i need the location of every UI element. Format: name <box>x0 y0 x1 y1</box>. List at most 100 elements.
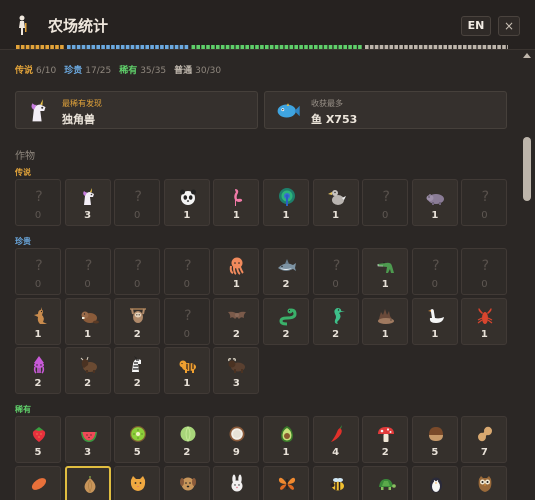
item-card[interactable]: 1 <box>461 297 508 345</box>
rare-label: 珍贵 <box>15 237 31 246</box>
item-count: 2 <box>183 447 191 458</box>
progress-dot <box>289 45 294 49</box>
legendary-label: 传说 <box>15 168 31 177</box>
item-card[interactable]: 2 <box>362 416 409 463</box>
item-card[interactable]: 9 <box>213 416 260 463</box>
item-card[interactable]: 2 <box>114 297 161 345</box>
item-card[interactable]: 1 <box>411 297 458 345</box>
locked-item-card[interactable]: ? 0 <box>15 248 61 295</box>
item-card[interactable]: 2 <box>213 297 260 345</box>
locked-item-card[interactable]: ? 0 <box>114 248 161 295</box>
item-card[interactable] <box>263 465 309 500</box>
item-card[interactable] <box>312 465 359 500</box>
progress-dot <box>76 45 81 49</box>
item-count: 3 <box>232 378 240 389</box>
item-card[interactable] <box>64 465 111 500</box>
locked-item-card[interactable]: ? 0 <box>114 179 161 226</box>
progress-dot <box>135 45 140 49</box>
locked-item-card[interactable]: ? 0 <box>461 248 508 295</box>
locked-item-card[interactable]: ? 0 <box>411 248 458 295</box>
locked-icon: ? <box>481 258 490 274</box>
item-card[interactable]: 3 <box>64 416 111 463</box>
progress-dot <box>294 45 298 49</box>
close-button[interactable]: × <box>498 16 520 36</box>
locked-item-card[interactable]: ? 0 <box>64 248 111 295</box>
item-card[interactable]: 5 <box>411 416 458 463</box>
item-card[interactable] <box>114 465 161 500</box>
item-card[interactable]: 1 <box>312 179 359 226</box>
locked-item-card[interactable]: ? 0 <box>312 248 359 295</box>
item-card[interactable] <box>15 465 61 500</box>
item-card[interactable]: 2 <box>114 347 161 394</box>
butterfly-icon <box>277 474 297 494</box>
item-count: 0 <box>431 279 438 290</box>
item-card[interactable]: 1 <box>163 347 210 394</box>
item-card[interactable]: 2 <box>163 416 210 463</box>
progress-dot <box>81 45 86 49</box>
kiwi-icon <box>128 424 148 444</box>
item-card[interactable]: 1 <box>411 179 458 226</box>
vertical-scrollbar[interactable] <box>519 51 535 500</box>
item-card[interactable]: 5 <box>15 416 61 463</box>
item-card[interactable]: 1 <box>64 297 111 345</box>
item-card[interactable]: 5 <box>114 416 161 463</box>
scrollbar-thumb[interactable] <box>523 137 531 201</box>
progress-dot <box>343 45 347 49</box>
stat-uncommon: 稀有 35/35 <box>119 66 166 76</box>
item-card[interactable] <box>461 465 508 500</box>
progress-dot <box>130 45 135 49</box>
item-card[interactable] <box>411 465 458 500</box>
item-card[interactable]: 1 <box>362 248 409 295</box>
progress-dot <box>111 45 115 49</box>
stat-name: 普通 <box>174 66 193 76</box>
progress-dot <box>25 45 30 49</box>
item-card[interactable]: 4 <box>312 416 359 463</box>
item-card[interactable]: 1 <box>263 416 309 463</box>
progress-dot <box>384 45 389 49</box>
item-card[interactable]: 2 <box>312 297 359 345</box>
locked-icon: ? <box>481 189 490 205</box>
item-card[interactable]: 1 <box>263 179 309 226</box>
locked-item-card[interactable]: ? 0 <box>163 248 210 295</box>
progress-dot <box>71 45 76 49</box>
progress-dot <box>497 45 501 49</box>
stats-scroll-area[interactable]: 传说 6/10 珍贵 17/25 稀有 35/35 普通 30/30 最稀有发现 独角兽 收获… <box>0 51 519 500</box>
flamingo-icon <box>227 187 247 207</box>
locked-item-card[interactable]: ? 0 <box>163 297 210 345</box>
item-card[interactable] <box>362 465 409 500</box>
item-card[interactable]: 2 <box>64 347 111 394</box>
most-harvested-value: 鱼 X753 <box>311 113 358 126</box>
language-toggle-button[interactable]: EN <box>461 16 491 36</box>
item-card[interactable]: 7 <box>461 416 508 463</box>
item-card[interactable]: 1 <box>213 248 260 295</box>
locked-item-card[interactable]: ? 0 <box>461 179 508 226</box>
item-card[interactable]: 1 <box>15 297 61 345</box>
item-card[interactable]: 1 <box>213 179 260 226</box>
item-count: 2 <box>84 378 92 389</box>
most-harvested-label: 收获最多 <box>311 99 343 108</box>
dodo-icon <box>327 187 347 207</box>
item-count: 2 <box>282 279 290 290</box>
progress-dot <box>50 45 54 49</box>
item-card[interactable]: 3 <box>64 179 111 226</box>
item-card[interactable]: 3 <box>213 347 260 394</box>
item-card[interactable]: 2 <box>263 248 309 295</box>
locked-item-card[interactable]: ? 0 <box>15 179 61 226</box>
item-card[interactable] <box>163 465 210 500</box>
locked-icon: ? <box>35 189 43 205</box>
progress-dot <box>394 45 398 49</box>
stat-count: 17/25 <box>85 66 112 76</box>
item-count: 1 <box>232 210 240 221</box>
item-card[interactable]: 2 <box>15 347 61 394</box>
locked-item-card[interactable]: ? 0 <box>362 179 409 226</box>
item-card[interactable] <box>213 465 260 500</box>
progress-dot <box>155 45 159 49</box>
peacock-icon <box>277 187 297 207</box>
scroll-up-arrow-icon[interactable] <box>523 53 531 58</box>
progress-dot <box>374 45 379 49</box>
item-card[interactable]: 1 <box>163 179 210 226</box>
rarest-find-card: 最稀有发现 独角兽 <box>15 91 258 129</box>
progress-dot <box>160 45 164 49</box>
item-card[interactable]: 2 <box>263 297 309 345</box>
item-card[interactable]: 1 <box>362 297 409 345</box>
